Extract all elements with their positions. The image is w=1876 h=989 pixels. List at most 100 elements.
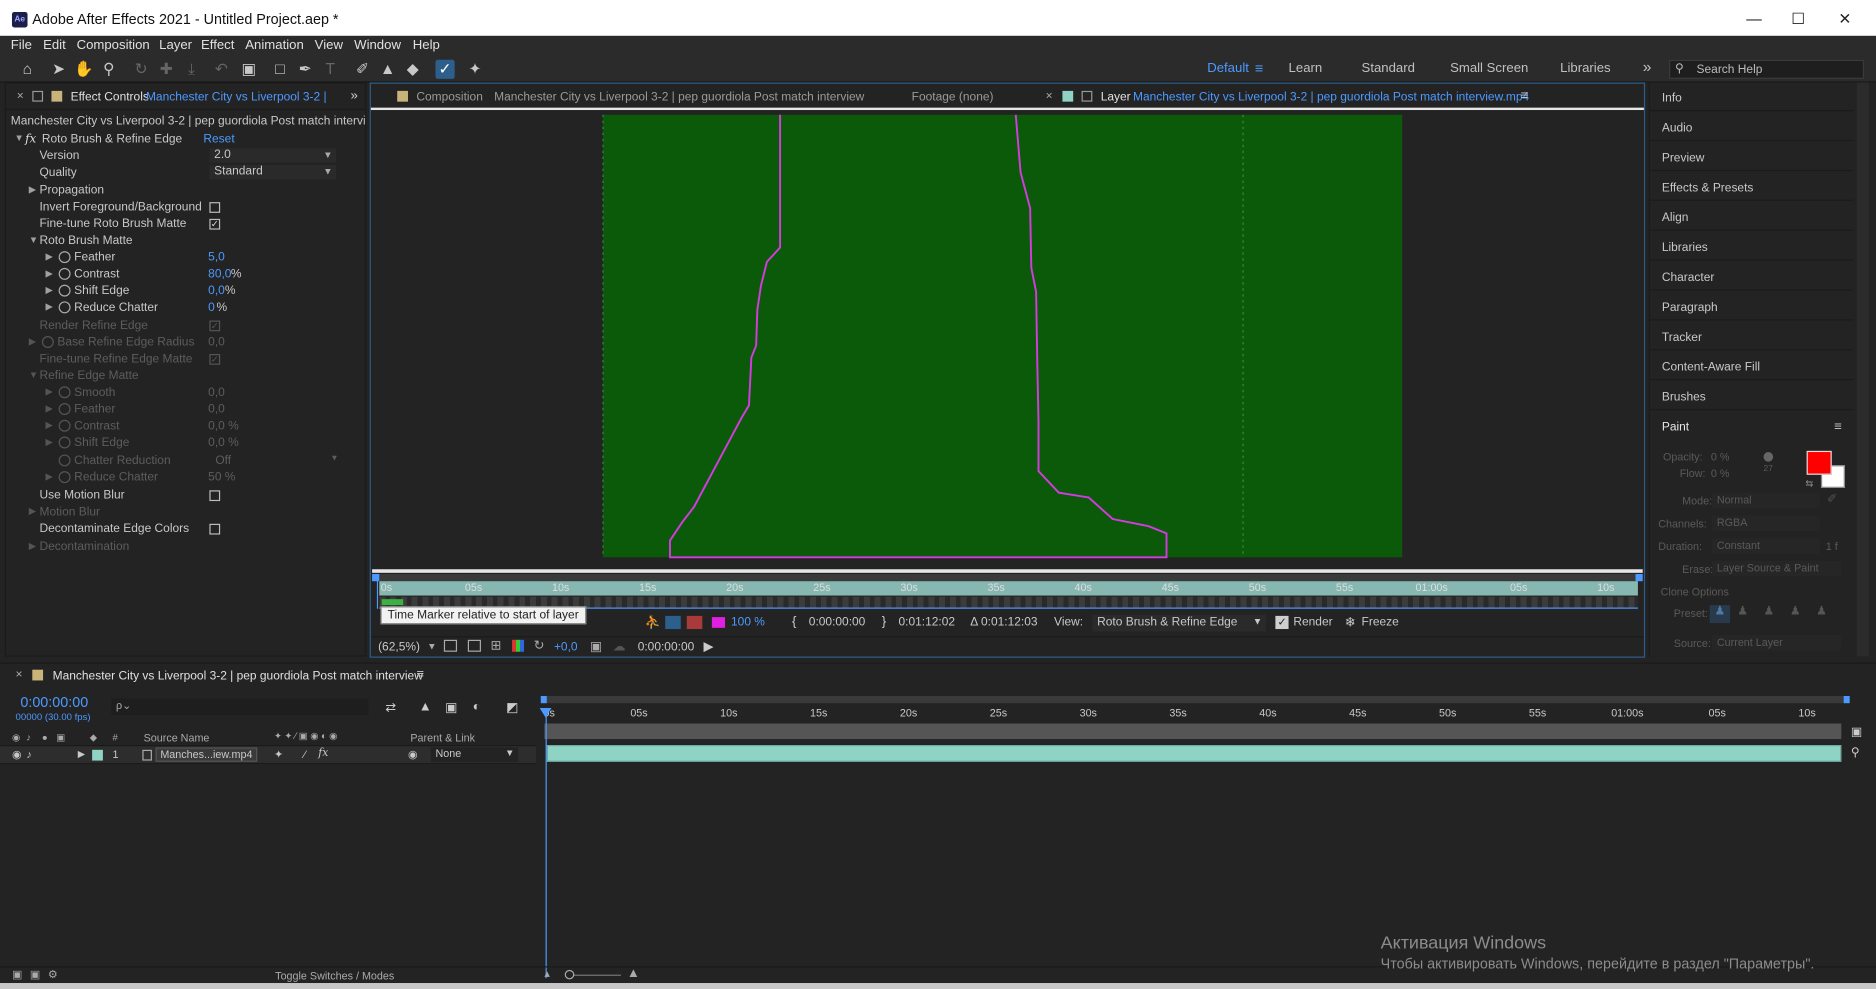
reduce-chatter-value[interactable]: 0 — [208, 301, 215, 314]
reset-time-icon[interactable]: ▶ — [704, 639, 714, 654]
expand-chevron-icon[interactable]: ▶ — [45, 268, 52, 279]
workspace-libraries[interactable]: Libraries — [1560, 61, 1610, 75]
paint-opacity-value[interactable]: 0 % — [1711, 451, 1730, 463]
reset-exposure-icon[interactable]: ↻ — [534, 637, 545, 653]
shy-layers-icon[interactable]: ▣ — [445, 700, 457, 715]
work-area-start-icon[interactable] — [540, 696, 547, 704]
search-help-field[interactable]: ⚲ Search Help — [1669, 59, 1865, 79]
decontaminate-checkbox[interactable] — [209, 523, 221, 535]
clone-stamp-tool-icon[interactable]: ▲ — [378, 60, 397, 79]
work-area-bar[interactable] — [372, 574, 1643, 582]
clone-source-dropdown[interactable]: Current Layer — [1712, 635, 1842, 651]
close-tab-icon[interactable]: × — [17, 90, 24, 103]
expand-chevron-icon[interactable]: ▶ — [29, 541, 36, 552]
menu-view[interactable]: View — [315, 38, 343, 52]
rotate-tool-icon[interactable]: ↻ — [132, 60, 151, 79]
stopwatch-icon[interactable] — [58, 454, 71, 467]
expand-chevron-icon[interactable]: ▶ — [45, 251, 52, 262]
eye-icon[interactable]: ◉ — [12, 749, 21, 762]
eraser-tool-icon[interactable]: ◆ — [403, 60, 422, 79]
expand-chevron-icon[interactable]: ▼ — [29, 234, 38, 245]
workspace-default[interactable]: Default — [1207, 61, 1249, 75]
timeline-playhead[interactable] — [545, 707, 547, 979]
overlay-opacity[interactable]: 100 % — [731, 616, 765, 629]
stopwatch-icon[interactable] — [58, 386, 71, 399]
layer-time-ruler[interactable]: 0s 05s 10s 15s 20s 25s 30s 35s 40s 45s 50s 55s 01:00… — [379, 581, 1638, 596]
stopwatch-icon[interactable] — [58, 301, 71, 314]
viewer-menu-icon[interactable]: ≡ — [1521, 88, 1529, 102]
info-panel-tab[interactable]: Info — [1649, 83, 1854, 112]
in-out-panes-icon[interactable]: ⚙ — [48, 969, 58, 982]
swap-colors-icon[interactable]: ⇆ — [1805, 478, 1813, 489]
use-motion-blur-checkbox[interactable] — [209, 490, 221, 502]
brushes-panel-tab[interactable]: Brushes — [1649, 381, 1854, 411]
frame-blending-icon[interactable]: ◐ — [473, 700, 481, 714]
re-smooth-value[interactable]: 0,0 — [208, 386, 225, 399]
menu-window[interactable]: Window — [354, 38, 401, 52]
reset-link[interactable]: Reset — [203, 133, 234, 146]
current-time-indicator[interactable] — [376, 580, 387, 609]
stopwatch-icon[interactable] — [41, 336, 54, 349]
effect-controls-tab-source[interactable]: Manchester City vs Liverpool 3-2 | p — [146, 91, 330, 104]
comp-button-icon[interactable]: ▣ — [1851, 726, 1862, 739]
feather-value[interactable]: 5,0 — [208, 251, 225, 264]
re-shift-value[interactable]: 0,0 % — [208, 436, 239, 449]
effect-controls-tab-label[interactable]: Effect Controls — [71, 91, 149, 104]
roto-brush-tool-icon[interactable]: ✓ — [435, 59, 455, 79]
expand-chevron-icon[interactable]: ▶ — [45, 386, 52, 397]
background-mode-icon[interactable] — [686, 615, 703, 630]
out-point-icon[interactable]: } — [882, 615, 886, 629]
selection-tool-icon[interactable]: ➤ — [49, 60, 68, 79]
foreground-mode-icon[interactable] — [665, 615, 681, 630]
clone-preset-2-icon[interactable]: ♟ — [1737, 605, 1748, 618]
transfer-controls-icon[interactable]: ▣ — [30, 969, 40, 982]
viewer-canvas[interactable] — [370, 112, 1644, 567]
type-tool-icon[interactable]: T — [321, 60, 340, 79]
expand-chevron-icon[interactable]: ▶ — [29, 336, 36, 347]
align-panel-tab[interactable]: Align — [1649, 202, 1854, 231]
menu-animation[interactable]: Animation — [245, 38, 304, 52]
clone-source-icon[interactable]: ✐ — [1827, 493, 1837, 506]
invert-checkbox[interactable] — [209, 202, 221, 213]
fine-tune-refine-checkbox[interactable]: ✓ — [209, 353, 221, 365]
tracker-panel-tab[interactable]: Tracker — [1649, 322, 1854, 351]
propagation-row[interactable]: ▶ Propagation — [6, 183, 363, 200]
composition-tab-name[interactable]: Manchester City vs Liverpool 3-2 | pep g… — [494, 91, 864, 104]
clone-preset-3-icon[interactable]: ♟ — [1764, 605, 1775, 618]
fine-tune-roto-checkbox[interactable]: ✓ — [209, 218, 221, 230]
color-channels-icon[interactable] — [512, 639, 525, 652]
paint-duration-dropdown[interactable]: Constant — [1712, 538, 1820, 554]
workspace-learn[interactable]: Learn — [1289, 61, 1323, 75]
magnification-dropdown[interactable]: (62,5%) — [378, 641, 420, 654]
timeline-time-ruler[interactable]: 0s 05s 10s 15s 20s 25s 30s 35s 40s 45s 50s 55s 01:00… — [541, 707, 1850, 724]
character-panel-tab[interactable]: Character — [1649, 262, 1854, 291]
solo-toggle-icon[interactable]: ● — [42, 732, 48, 743]
video-toggle-icon[interactable]: ◉ — [12, 732, 20, 743]
parent-dropdown[interactable]: None ▼ — [430, 747, 519, 762]
lock-toggle-icon[interactable]: ▣ — [56, 732, 65, 743]
audio-toggle-icon[interactable]: ♪ — [26, 732, 31, 743]
re-feather-value[interactable]: 0,0 — [208, 403, 225, 416]
in-point-time[interactable]: 0:00:00:00 — [809, 616, 866, 629]
transparency-grid-icon[interactable] — [443, 639, 458, 652]
libraries-panel-tab[interactable]: Libraries — [1649, 232, 1854, 261]
puppet-pin-tool-icon[interactable]: ✦ — [465, 60, 484, 79]
audio-panel-tab[interactable]: Audio — [1649, 112, 1854, 142]
roto-brush-matte-row[interactable]: ▼ Roto Brush Matte — [6, 233, 363, 250]
timeline-search-field[interactable]: ρ⌄ — [111, 698, 369, 716]
comp-navigator-icon[interactable]: ⚲ — [1851, 746, 1860, 759]
expand-chevron-icon[interactable]: ▶ — [45, 471, 52, 482]
close-icon[interactable]: ✕ — [1827, 7, 1863, 31]
footage-tab[interactable]: Footage (none) — [912, 91, 994, 104]
draft-3d-icon[interactable]: ▲ — [419, 700, 432, 714]
layer-quality-switch-icon[interactable]: ∕ — [304, 749, 306, 761]
stopwatch-icon[interactable] — [58, 419, 71, 432]
paragraph-panel-tab[interactable]: Paragraph — [1649, 292, 1854, 321]
out-point-time[interactable]: 0:01:12:02 — [899, 616, 956, 629]
snapshot-icon[interactable]: ▣ — [590, 639, 602, 654]
hand-tool-icon[interactable]: ✋ — [74, 60, 93, 79]
fx-icon[interactable]: fx — [25, 133, 36, 146]
composition-mini-flowchart-icon[interactable]: ⇄ — [385, 700, 396, 715]
right-panels-scrollbar[interactable] — [1856, 82, 1869, 657]
paint-flow-value[interactable]: 0 % — [1711, 468, 1730, 480]
